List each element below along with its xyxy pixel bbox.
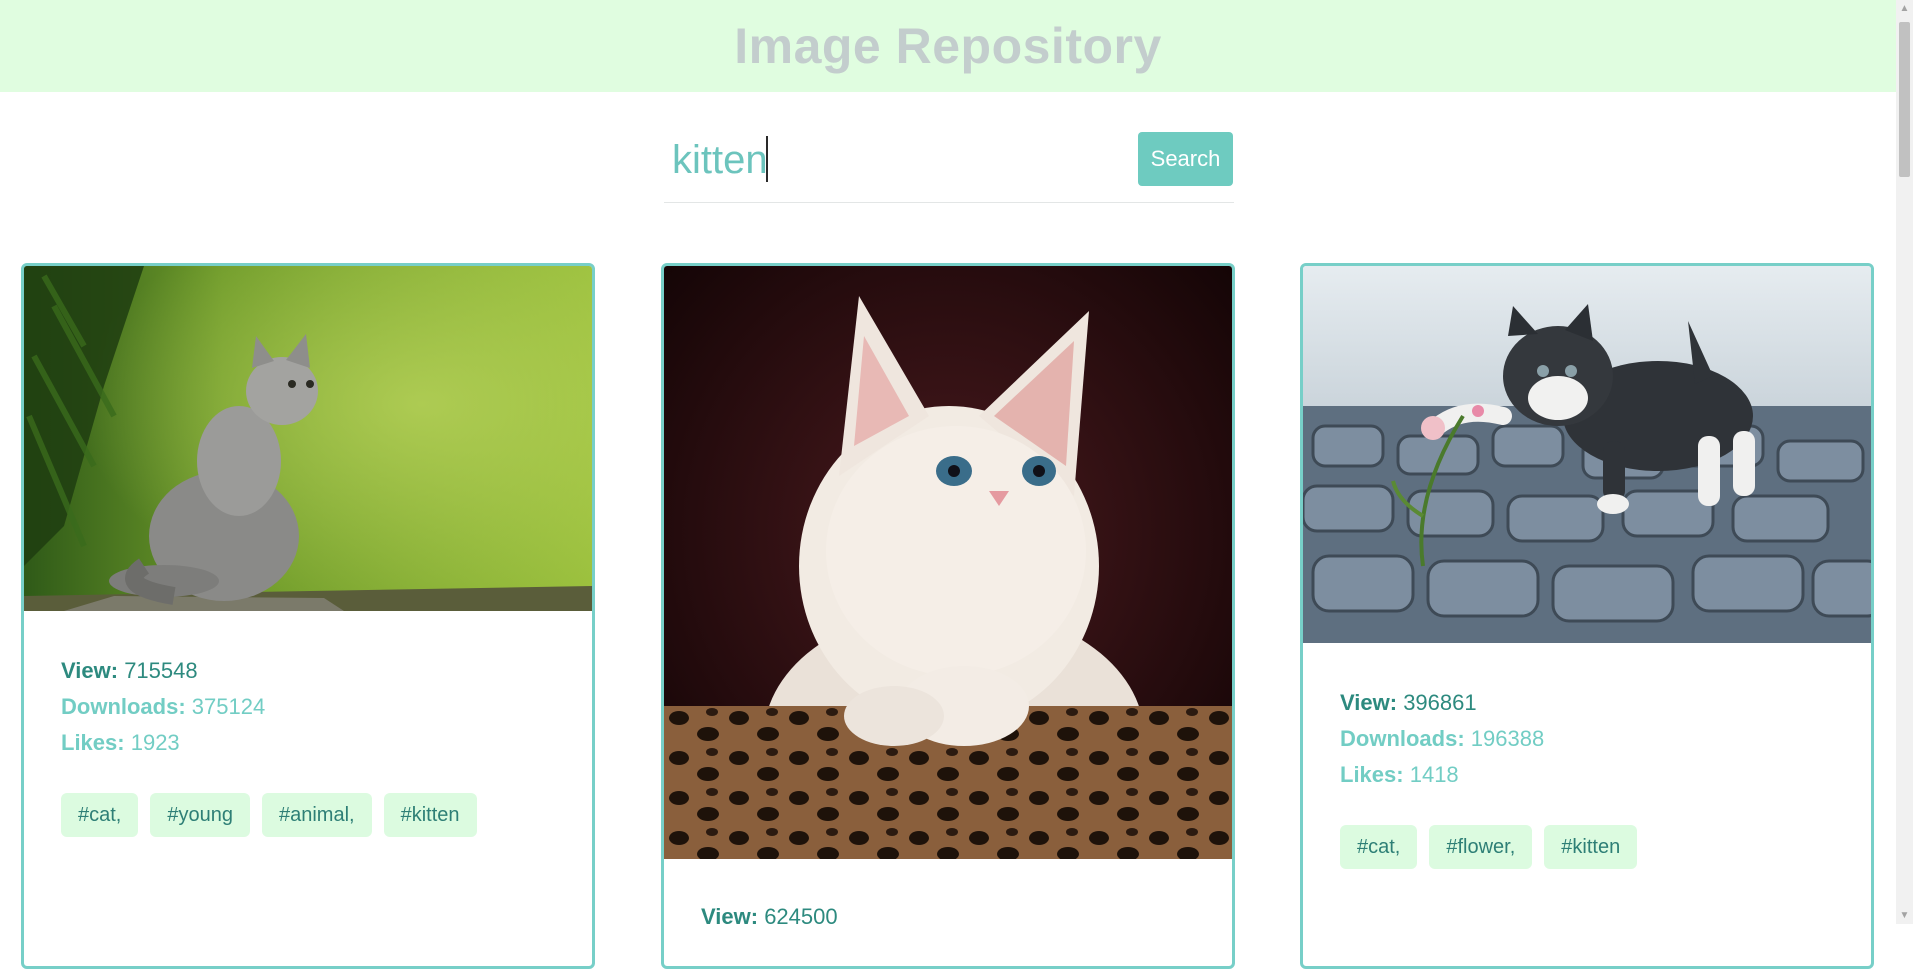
downloads-label: Downloads:: [61, 694, 186, 719]
likes-label: Likes:: [1340, 762, 1404, 787]
scroll-thumb[interactable]: [1899, 22, 1910, 177]
view-label: View:: [61, 658, 119, 683]
view-count: View: 715548: [61, 653, 265, 689]
view-value: 396861: [1403, 690, 1477, 715]
card-image-gray-kitten[interactable]: [24, 266, 592, 611]
tag-chip[interactable]: #cat,: [61, 793, 139, 837]
page-title: Image Repository: [734, 18, 1162, 74]
downloads-value: 375124: [191, 694, 266, 719]
text-cursor: [766, 136, 768, 182]
tag-list: #cat, #young #animal, #kitten: [61, 793, 477, 837]
likes-label: Likes:: [61, 730, 125, 755]
card-image-black-white-kitten[interactable]: [1303, 266, 1871, 643]
likes-count: Likes: 1923: [61, 725, 265, 761]
downloads-label: Downloads:: [1340, 726, 1465, 751]
tag-list: #cat, #flower, #kitten: [1340, 825, 1638, 869]
kitten-photo: [664, 266, 1232, 859]
kitten-photo: [24, 266, 592, 611]
tag-chip[interactable]: #young: [150, 793, 250, 837]
scroll-down-arrow-icon[interactable]: ▼: [1896, 907, 1913, 924]
likes-count: Likes: 1418: [1340, 757, 1544, 793]
search-input[interactable]: [672, 132, 1122, 188]
search-button[interactable]: Search: [1138, 132, 1233, 186]
image-stats: View: 396861 Downloads: 196388 Likes: 14…: [1340, 685, 1544, 793]
image-card[interactable]: View: 624500: [661, 263, 1235, 969]
image-card[interactable]: View: 715548 Downloads: 375124 Likes: 19…: [21, 263, 595, 969]
likes-value: 1923: [130, 730, 180, 755]
tag-chip[interactable]: #kitten: [383, 793, 477, 837]
likes-value: 1418: [1409, 762, 1459, 787]
downloads-count: Downloads: 196388: [1340, 721, 1544, 757]
tag-chip[interactable]: #animal,: [261, 793, 372, 837]
view-count: View: 396861: [1340, 685, 1544, 721]
view-count: View: 624500: [701, 899, 838, 935]
view-value: 624500: [764, 904, 838, 929]
downloads-count: Downloads: 375124: [61, 689, 265, 725]
vertical-scrollbar[interactable]: ▲ ▼: [1896, 0, 1913, 924]
page-header: Image Repository: [0, 0, 1896, 92]
tag-chip[interactable]: #cat,: [1340, 825, 1418, 869]
image-card[interactable]: View: 396861 Downloads: 196388 Likes: 14…: [1300, 263, 1874, 969]
view-label: View:: [1340, 690, 1398, 715]
downloads-value: 196388: [1470, 726, 1545, 751]
image-stats: View: 624500: [701, 899, 838, 935]
card-image-white-kitten[interactable]: [664, 266, 1232, 859]
view-value: 715548: [124, 658, 198, 683]
scroll-up-arrow-icon[interactable]: ▲: [1896, 0, 1913, 17]
image-stats: View: 715548 Downloads: 375124 Likes: 19…: [61, 653, 265, 761]
view-label: View:: [701, 904, 759, 929]
tag-chip[interactable]: #kitten: [1544, 825, 1638, 869]
kitten-photo: [1303, 266, 1871, 643]
tag-chip[interactable]: #flower,: [1429, 825, 1533, 869]
